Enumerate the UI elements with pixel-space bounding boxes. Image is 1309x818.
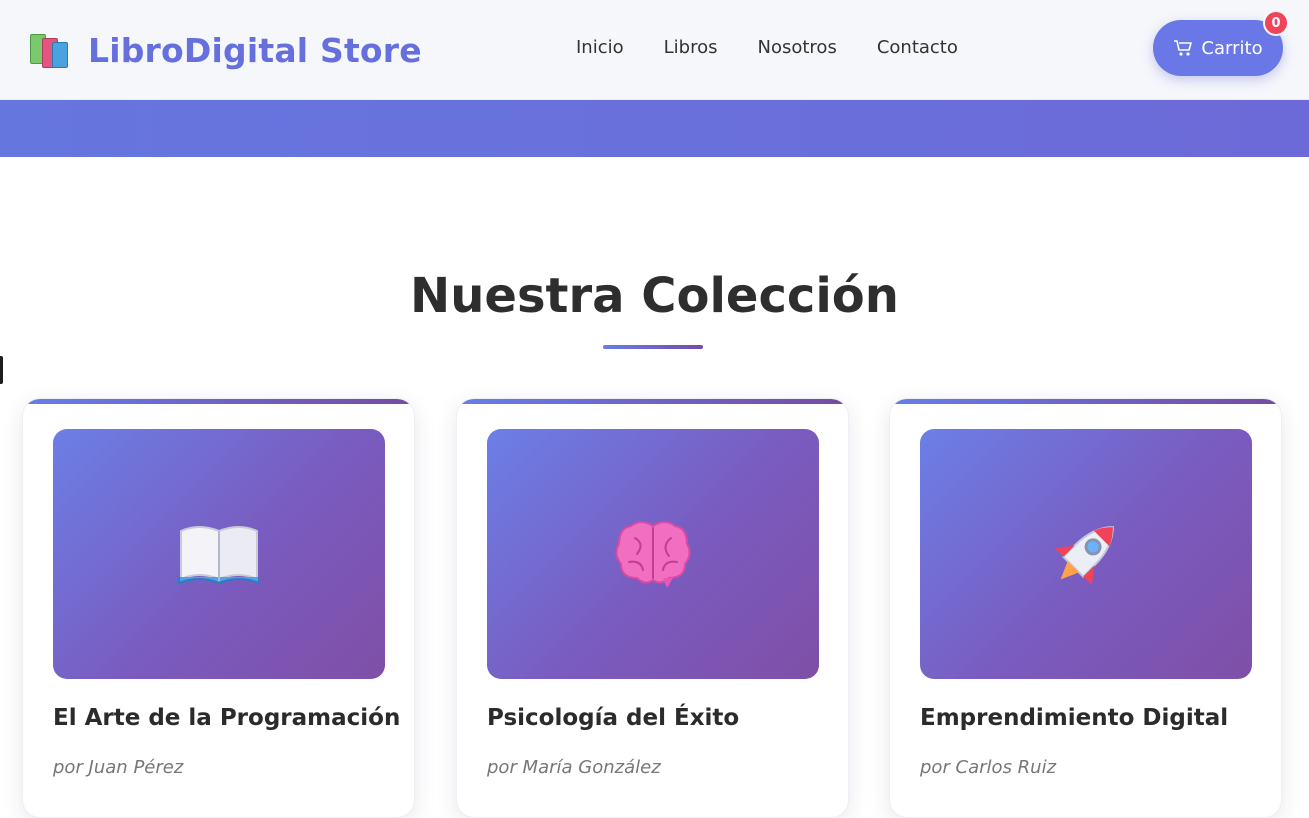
site-header: LibroDigital Store Inicio Libros Nosotro…	[0, 0, 1309, 100]
cart-button[interactable]: Carrito 0	[1153, 10, 1289, 76]
brand-logo[interactable]: LibroDigital Store	[28, 28, 422, 72]
side-handle[interactable]	[0, 356, 3, 384]
rocket-icon	[1054, 526, 1114, 586]
book-title[interactable]: Emprendimiento Digital	[920, 705, 1228, 731]
book-cover	[53, 429, 385, 679]
book-card[interactable]: Psicología del Éxito por María González	[456, 398, 849, 818]
book-title[interactable]: Psicología del Éxito	[487, 705, 739, 731]
cart-count-badge: 0	[1263, 10, 1289, 36]
main-nav: Inicio Libros Nosotros Contacto	[576, 37, 958, 58]
section-title: Nuestra Colección	[410, 268, 899, 324]
nav-link-contacto[interactable]: Contacto	[877, 37, 958, 58]
book-author: por Juan Pérez	[53, 757, 184, 778]
nav-link-inicio[interactable]: Inicio	[576, 37, 624, 58]
book-cover	[920, 429, 1252, 679]
hero-band	[0, 100, 1309, 157]
title-underline	[603, 345, 703, 349]
book-cover	[487, 429, 819, 679]
book-card[interactable]: Emprendimiento Digital por Carlos Ruiz	[889, 398, 1282, 818]
brand-name[interactable]: LibroDigital Store	[88, 31, 422, 70]
nav-link-nosotros[interactable]: Nosotros	[758, 37, 837, 58]
book-author: por María González	[487, 757, 661, 778]
nav-link-libros[interactable]: Libros	[664, 37, 718, 58]
book-card[interactable]: El Arte de la Programación por Juan Pére…	[22, 398, 415, 818]
book-author: por Carlos Ruiz	[920, 757, 1057, 778]
cart-icon	[1173, 39, 1193, 57]
cart-label: Carrito	[1201, 37, 1263, 59]
book-title[interactable]: El Arte de la Programación	[53, 705, 400, 731]
open-book-icon	[178, 526, 260, 585]
books-icon	[28, 28, 72, 72]
brain-icon	[615, 521, 691, 588]
